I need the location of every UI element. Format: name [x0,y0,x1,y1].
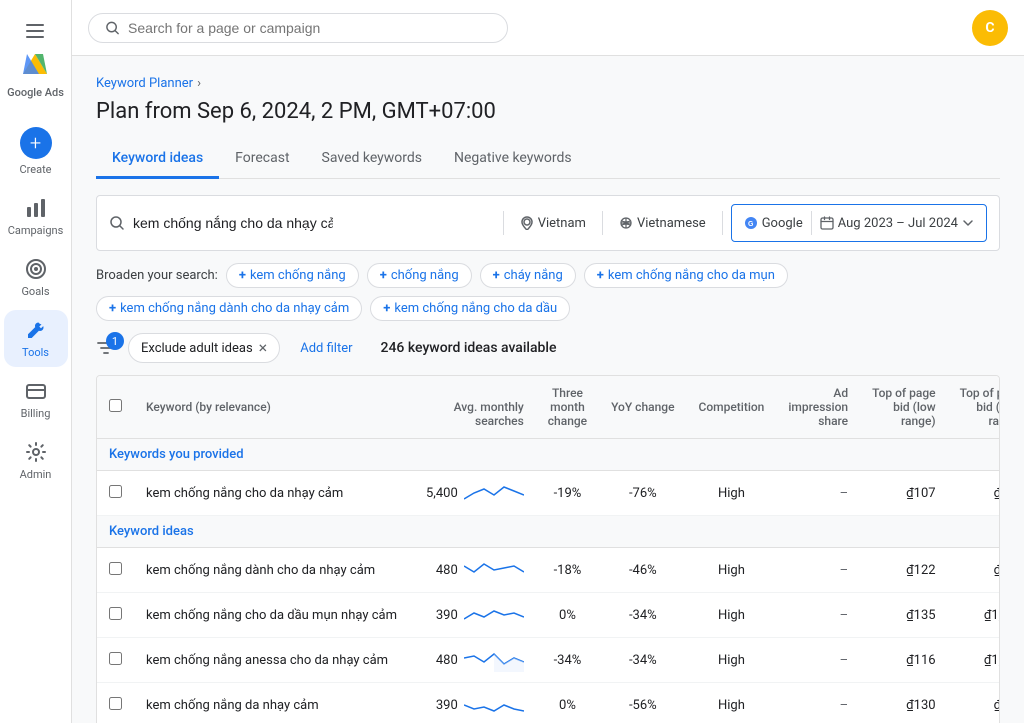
tabs-bar: Keyword ideas Forecast Saved keywords Ne… [96,140,1000,179]
section-keyword-ideas: Keyword ideas [97,516,1000,548]
broaden-tag-3[interactable]: +kem chống nắng cho da mụn [584,263,788,288]
col-competition: Competition [699,400,765,414]
sparkline-chart [464,648,524,672]
col-keyword: Keyword (by relevance) [146,400,271,414]
sidebar-item-label: Billing [21,407,51,420]
google-g-icon: G [744,216,758,230]
sparkline-chart [464,558,524,582]
sidebar-item-tools[interactable]: Tools [4,310,68,367]
row-checkbox[interactable] [109,485,122,498]
google-ads-text: Google Ads [7,86,64,99]
filter-badge-area: 1 [96,338,116,358]
sidebar-item-goals[interactable]: Goals [4,249,68,306]
broaden-label: Broaden your search: [96,268,218,283]
filter-search[interactable] [133,215,495,231]
notification-button[interactable]: C [972,10,1008,46]
col-three-month: Three [548,386,587,400]
actions-row: 1 Exclude adult ideas × Add filter 246 k… [96,333,1000,363]
divider-2 [602,211,603,235]
filter-count-badge: 1 [106,332,124,350]
sidebar-item-create[interactable]: + Create [4,119,68,184]
row-checkbox[interactable] [109,697,122,710]
exclude-adult-filter[interactable]: Exclude adult ideas × [128,333,280,363]
broaden-search-row: Broaden your search: +kem chống nắng +ch… [96,263,1000,321]
keyword-count: 246 keyword ideas available [381,340,557,356]
select-all-checkbox[interactable] [109,399,122,412]
tab-saved-keywords[interactable]: Saved keywords [306,140,438,179]
location-filter[interactable]: Vietnam [512,212,594,235]
page-title: Plan from Sep 6, 2024, 2 PM, GMT+07:00 [96,99,1000,124]
keyword-search-input[interactable] [133,215,333,231]
google-ads-logo-icon [21,52,49,80]
billing-icon [24,379,48,403]
sidebar-item-label: Admin [20,468,52,481]
row-checkbox[interactable] [109,562,122,575]
table-row: kem chống nắng dành cho da nhạy cảm 480 … [97,548,1000,593]
sparkline-chart [464,603,524,627]
tools-icon [24,318,48,342]
col-bid-high: Top of page [960,386,1000,400]
tab-forecast[interactable]: Forecast [219,140,305,179]
sidebar-item-campaigns[interactable]: Campaigns [4,188,68,245]
search-input[interactable] [128,20,491,36]
main-area: C Keyword Planner › Plan from Sep 6, 202… [72,0,1024,723]
broaden-tag-5[interactable]: +kem chống nắng cho da dầu [370,296,570,321]
goals-icon [24,257,48,281]
main-content: Keyword Planner › Plan from Sep 6, 2024,… [72,56,1024,723]
add-filter-button[interactable]: Add filter [292,335,360,362]
sparkline-chart [464,693,524,717]
sparkline-chart [464,481,524,505]
broaden-tag-4[interactable]: +kem chống nắng dành cho da nhạy cảm [96,296,362,321]
tab-keyword-ideas[interactable]: Keyword ideas [96,140,219,179]
google-ads-logo [21,52,49,80]
location-icon [520,216,534,230]
search-box[interactable] [88,13,508,43]
sidebar: Google Ads + Create Campaigns Goals Tool… [0,0,72,723]
divider-3 [722,211,723,235]
col-avg-monthly: Avg. monthly [426,400,524,414]
campaigns-icon [24,196,48,220]
breadcrumb-arrow: › [197,76,201,91]
broaden-tag-0[interactable]: +kem chống nắng [226,263,359,288]
sidebar-item-label: Goals [21,285,49,298]
divider-1 [503,211,504,235]
table-row: kem chống nắng cho da nhạy cảm 5,400 -19… [97,471,1000,516]
sidebar-item-label: Campaigns [8,224,64,237]
col-yoy: YoY change [611,400,674,414]
row-checkbox[interactable] [109,607,122,620]
filter-bar: Vietnam Vietnamese G Google Aug 2023 – J… [96,195,1000,251]
col-bid-low: Top of page [872,386,936,400]
calendar-icon [820,216,834,230]
admin-icon [24,440,48,464]
create-icon: + [20,127,52,159]
keyword-table: Keyword (by relevance) Avg. monthly sear… [96,375,1000,723]
breadcrumb[interactable]: Keyword Planner › [96,76,1000,91]
table-row: kem chống nắng cho da dầu mụn nhạy cảm 3… [97,593,1000,638]
svg-text:G: G [748,221,754,228]
section-keywords-provided: Keywords you provided [97,439,1000,471]
table-row: kem chống nắng da nhạy cảm 390 0% -56% [97,683,1000,723]
filter-search-icon [109,215,125,231]
search-icon [105,20,120,36]
sidebar-item-billing[interactable]: Billing [4,371,68,428]
broaden-tag-1[interactable]: +chống nắng [367,263,472,288]
sidebar-item-label: Tools [22,346,49,359]
sidebar-item-label: Create [19,163,51,176]
hamburger-menu[interactable] [18,16,52,46]
language-icon [619,216,633,230]
chevron-down-icon [962,217,974,229]
sidebar-item-admin[interactable]: Admin [4,432,68,489]
table-row: kem chống nắng anessa cho da nhạy cảm 48… [97,638,1000,683]
sidebar-logo-area: Google Ads [7,8,64,115]
topbar: C [72,0,1024,56]
tab-negative-keywords[interactable]: Negative keywords [438,140,588,179]
divider-inner [811,211,812,235]
date-range-picker[interactable]: G Google Aug 2023 – Jul 2024 [731,204,987,242]
remove-filter-button[interactable]: × [259,340,268,356]
language-filter[interactable]: Vietnamese [611,212,714,235]
broaden-tag-2[interactable]: +cháy nắng [480,263,576,288]
col-ad-impression: Ad [788,386,848,400]
row-checkbox[interactable] [109,652,122,665]
